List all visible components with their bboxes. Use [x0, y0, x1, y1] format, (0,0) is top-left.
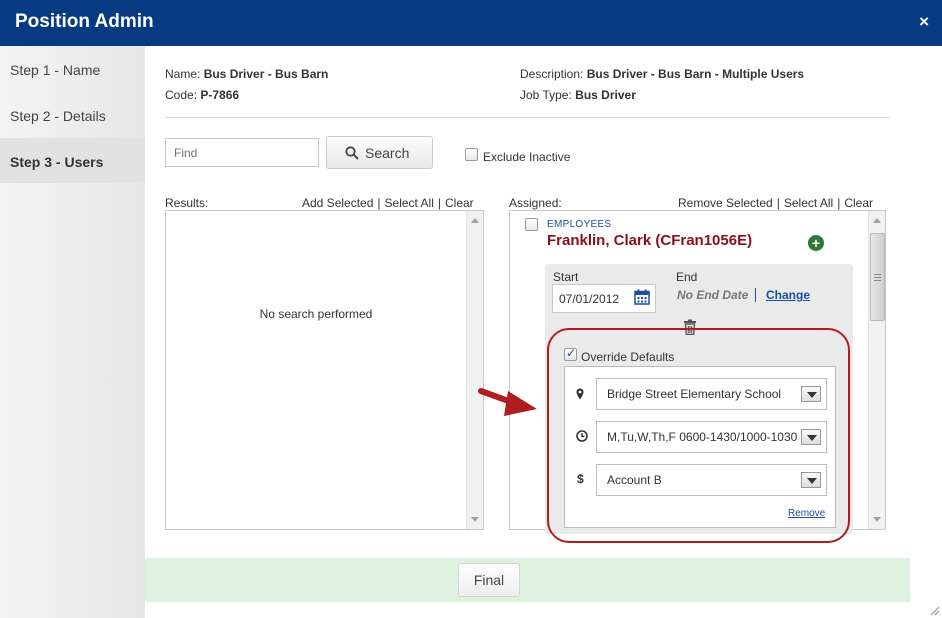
code-value: P-7866 [200, 88, 240, 102]
footer-bar [145, 558, 910, 602]
assigned-select-all-link[interactable]: Select All [784, 196, 833, 210]
add-selected-link[interactable]: Add Selected [302, 196, 373, 210]
results-scrollbar[interactable] [466, 211, 483, 529]
annotation-arrow-icon [478, 388, 537, 416]
assigned-actions: Remove Selected | Select All | Clear [678, 196, 874, 210]
results-actions: Add Selected | Select All | Clear [302, 196, 474, 210]
assigned-clear-link[interactable]: Clear [844, 196, 873, 210]
assigned-header: Assigned: [509, 196, 562, 210]
results-select-all-link[interactable]: Select All [385, 196, 434, 210]
end-label: End [676, 270, 698, 284]
job-type-value: Bus Driver [575, 88, 636, 102]
assigned-scrollbar[interactable] [868, 211, 885, 529]
remove-selected-link[interactable]: Remove Selected [678, 196, 773, 210]
name-label: Name: [165, 67, 201, 81]
start-label: Start [553, 270, 579, 284]
description-value: Bus Driver - Bus Barn - Multiple Users [586, 67, 805, 81]
search-button-label: Search [365, 145, 410, 161]
results-list: No search performed [165, 210, 484, 530]
name-value: Bus Driver - Bus Barn [203, 67, 329, 81]
sidebar-item-step-3[interactable]: Step 3 - Users [0, 138, 145, 183]
divider [165, 117, 890, 118]
annotation-highlight-oval [547, 328, 850, 543]
end-date-value: No End Date [677, 288, 749, 302]
results-header: Results: [165, 196, 209, 210]
add-icon[interactable]: + [808, 235, 824, 251]
position-description: Description: Bus Driver - Bus Barn - Mul… [520, 67, 804, 81]
window-title: Position Admin [15, 11, 154, 32]
sidebar: Step 1 - Name Step 2 - Details Step 3 - … [0, 46, 145, 618]
scroll-thumb[interactable] [870, 233, 885, 321]
close-icon[interactable]: × [919, 13, 929, 31]
position-code: Code: P-7866 [165, 88, 239, 102]
position-job-type: Job Type: Bus Driver [520, 88, 636, 102]
final-button[interactable]: Final [458, 563, 520, 597]
exclude-inactive-label: Exclude Inactive [483, 150, 571, 164]
scroll-up-arrow-icon[interactable] [873, 218, 881, 223]
search-button[interactable]: Search [326, 136, 433, 169]
position-name: Name: Bus Driver - Bus Barn [165, 67, 328, 81]
sidebar-item-step-1[interactable]: Step 1 - Name [0, 46, 145, 91]
sidebar-item-step-2[interactable]: Step 2 - Details [0, 92, 145, 137]
results-clear-link[interactable]: Clear [445, 196, 474, 210]
scroll-up-arrow-icon[interactable] [471, 218, 479, 223]
calendar-icon[interactable] [634, 289, 650, 305]
search-input[interactable] [165, 138, 319, 167]
scroll-down-arrow-icon[interactable] [873, 517, 881, 522]
employee-name: Franklin, Clark (CFran1056E) [547, 232, 753, 249]
job-type-label: Job Type: [520, 88, 572, 102]
change-end-date-link[interactable]: Change [766, 288, 810, 302]
resize-grip-icon[interactable] [928, 604, 940, 616]
end-separator [755, 288, 756, 302]
no-search-message: No search performed [259, 307, 373, 321]
exclude-inactive-checkbox[interactable] [465, 148, 478, 161]
description-label: Description: [520, 67, 584, 81]
scroll-down-arrow-icon[interactable] [471, 517, 479, 522]
employee-category: EMPLOYEES [547, 219, 612, 230]
search-icon [345, 146, 359, 160]
code-label: Code: [165, 88, 198, 102]
title-bar: Position Admin × [0, 0, 942, 46]
employee-select-checkbox[interactable] [525, 218, 538, 231]
